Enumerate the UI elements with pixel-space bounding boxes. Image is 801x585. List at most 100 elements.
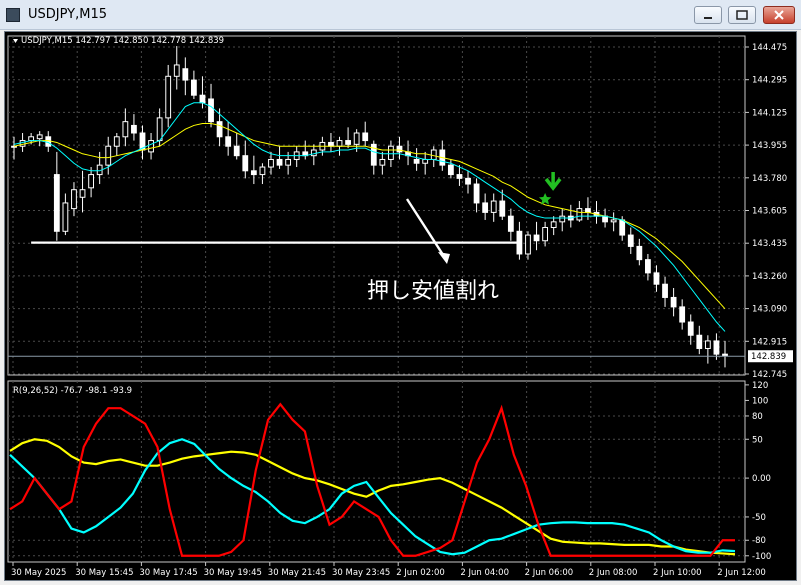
candle-body — [696, 334, 703, 349]
candle-body — [53, 174, 60, 232]
price-label: 144.475 — [752, 43, 787, 53]
candle-body — [62, 202, 69, 232]
candle-body — [627, 234, 634, 247]
indicator-level-label: 50 — [752, 435, 763, 445]
window-title: USDJPY,M15 — [28, 7, 107, 22]
candle-body — [610, 219, 617, 223]
candle-body — [216, 121, 223, 138]
candle-body — [713, 340, 720, 355]
indicator-line-3 — [9, 402, 735, 557]
price-label: 144.125 — [752, 108, 787, 118]
chart-frame: 144.475 144.295 144.125 143.955 143.780 143.6… — [4, 31, 797, 581]
candle-body — [250, 170, 257, 176]
candle-body — [328, 141, 334, 147]
candle-body — [28, 136, 35, 142]
candle-body — [507, 215, 514, 232]
price-label: 143.260 — [752, 272, 787, 282]
candle-body — [345, 140, 351, 145]
time-label: 30 May 15:45 — [75, 568, 133, 578]
candle-body — [456, 174, 463, 179]
candle-body — [499, 200, 506, 217]
candle-body — [490, 200, 497, 213]
minimize-button[interactable] — [694, 6, 722, 24]
indicator-level-label: 80 — [752, 412, 763, 422]
candle-body — [105, 145, 112, 166]
candle-body — [422, 158, 429, 164]
candle-body — [576, 208, 583, 221]
indicator-header: R(9,26,52) -76.7 -98.1 -93.9 — [13, 386, 132, 396]
indicator-level-label: 120 — [752, 381, 768, 391]
candle-body — [465, 177, 471, 185]
indicator-level-label: -100 — [752, 552, 771, 562]
chart-header: USDJPY,M15 142.797 142.850 142.778 142.8… — [21, 36, 224, 46]
candle-body — [662, 283, 668, 298]
time-label: 30 May 19:45 — [204, 568, 262, 578]
candle-body — [670, 296, 677, 308]
candle-body — [704, 340, 711, 349]
current-price-label: 142.839 — [751, 352, 786, 362]
time-label: 2 Jun 10:00 — [653, 568, 702, 578]
candle-body — [131, 124, 137, 134]
price-label: 142.745 — [752, 370, 787, 380]
candle-body — [388, 145, 394, 160]
candle-body — [242, 155, 249, 172]
candle-body — [336, 140, 343, 147]
time-label: 2 Jun 04:00 — [460, 568, 509, 578]
candle-body — [36, 134, 43, 140]
candle-body — [173, 64, 180, 77]
candle-body — [533, 234, 540, 242]
candle-body — [259, 166, 266, 176]
indicator-level-label: 0.00 — [752, 474, 771, 484]
candle-body — [88, 174, 94, 189]
candle-body — [148, 140, 154, 153]
candle-body — [585, 208, 591, 213]
candle-body — [447, 164, 454, 176]
time-label: 2 Jun 08:00 — [589, 568, 638, 578]
minimize-icon — [704, 17, 712, 19]
candle-body — [208, 98, 214, 123]
candle-body — [525, 234, 531, 255]
maximize-button[interactable] — [728, 6, 756, 24]
chart-window-icon — [6, 8, 20, 22]
time-label: 30 May 2025 — [11, 568, 66, 578]
close-button[interactable] — [763, 6, 795, 24]
time-label: 30 May 23:45 — [332, 568, 390, 578]
candle-body — [122, 121, 129, 138]
candle-body — [550, 221, 557, 229]
candle-body — [113, 136, 120, 147]
candle-body — [199, 94, 206, 104]
title-bar: USDJPY,M15 — [0, 0, 801, 30]
indicator-level-label: 100 — [752, 396, 768, 406]
chart-canvas[interactable]: 144.475 144.295 144.125 143.955 143.780 143.6… — [5, 32, 796, 580]
candle-body — [687, 321, 694, 336]
candle-body — [482, 202, 489, 213]
time-label: 2 Jun 02:00 — [396, 568, 445, 578]
candle-body — [268, 158, 274, 168]
price-label: 143.780 — [752, 174, 787, 184]
candle-body — [619, 219, 626, 236]
candle-body — [430, 149, 437, 160]
candle-body — [645, 259, 651, 274]
candle-body — [156, 117, 163, 142]
candle-body — [653, 272, 660, 285]
candle-body — [679, 306, 686, 323]
candle-body — [379, 158, 386, 166]
candle-body — [310, 149, 317, 157]
candle-body — [353, 132, 360, 145]
time-label: 2 Jun 12:00 — [717, 568, 766, 578]
price-label: 143.955 — [752, 141, 787, 151]
indicator-line-2 — [9, 438, 736, 556]
time-label: 2 Jun 06:00 — [525, 568, 574, 578]
candle-body — [182, 68, 189, 81]
price-label: 142.915 — [752, 337, 787, 347]
restore-icon — [736, 10, 748, 20]
price-label: 144.295 — [752, 76, 787, 86]
candle-body — [559, 215, 566, 223]
indicator-level-label: -50 — [752, 513, 766, 523]
price-label: 143.090 — [752, 305, 787, 315]
candle-body — [413, 158, 420, 164]
candle-body — [190, 79, 197, 96]
indicator-line-1 — [9, 438, 736, 556]
candle-body — [165, 75, 172, 119]
candle-body — [71, 189, 77, 210]
